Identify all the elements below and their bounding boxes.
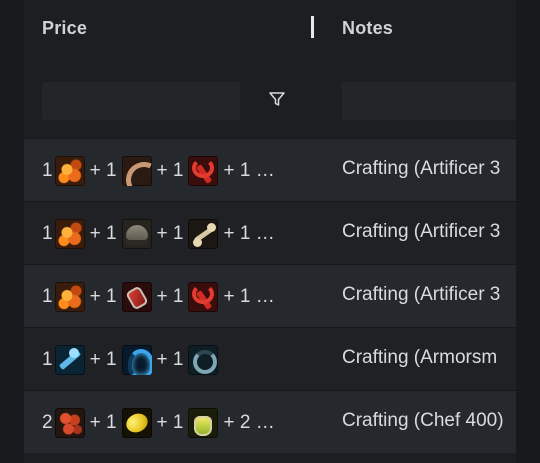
ore-icon[interactable] (54, 282, 85, 312)
more-ingredients-text: + 1 … (223, 223, 275, 244)
ingredient-quantity: 1 (42, 286, 53, 307)
bone-icon[interactable] (188, 219, 219, 249)
helmet-icon[interactable] (121, 219, 152, 249)
ingredient-quantity: + 1 (89, 349, 117, 370)
table-row[interactable]: 1 + 1 + 1 + 1 … Crafting (Artificer 3 (24, 201, 516, 264)
ingredient-quantity: 2 (42, 412, 53, 433)
table-row[interactable]: 1 + 1 + 1 + 1 … Crafting (Artificer 3 (24, 138, 516, 201)
blue-ring-icon[interactable] (188, 345, 219, 375)
more-ingredients-text: + 2 … (223, 412, 275, 433)
ingredient-quantity: + 1 (156, 160, 184, 181)
filter-icon[interactable] (268, 90, 286, 108)
table-row[interactable]: 1 + 1 + 1 + 1 … Crafting (Artificer 3 (24, 264, 516, 327)
wrench-icon[interactable] (188, 282, 219, 312)
ingredient-quantity: 1 (42, 160, 53, 181)
wrench-icon[interactable] (188, 156, 219, 186)
notes-cell: Crafting (Armorsm (342, 347, 498, 368)
ingredient-quantity: + 1 (89, 160, 117, 181)
blue-shield-icon[interactable] (121, 345, 152, 375)
table-header: Price Notes (24, 0, 516, 58)
notes-filter-input[interactable] (342, 82, 516, 120)
lemon-icon[interactable] (121, 408, 152, 438)
price-cell: 1 + 1 + 1 + 1 … (42, 156, 280, 186)
recipe-table: Price Notes 1 + 1 + 1 + 1 … Crafting (Artifi… (24, 0, 516, 463)
filter-row (24, 80, 516, 120)
left-gutter (0, 0, 24, 463)
blue-tool-icon[interactable] (54, 345, 85, 375)
price-cell: 2 + 1 + 1 + 2 … (42, 408, 280, 438)
column-header-price[interactable]: Price (42, 18, 87, 39)
ore-icon[interactable] (54, 219, 85, 249)
flask-icon[interactable] (121, 282, 152, 312)
more-ingredients-text: + 1 … (223, 286, 275, 307)
ingredient-quantity: + 1 (156, 223, 184, 244)
table-row[interactable]: 2 + 1 + 1 + 2 … Crafting (Chef 400) (24, 390, 516, 453)
ingredient-quantity: + 1 (156, 412, 184, 433)
price-cell: 1 + 1 + 1 + 1 … (42, 219, 280, 249)
notes-cell: Crafting (Artificer 3 (342, 284, 501, 305)
price-cell: 1 + 1 + 1 + 1 … (42, 282, 280, 312)
price-cell: 1 + 1 + 1 (42, 345, 219, 375)
horn-icon[interactable] (121, 156, 152, 186)
ingredient-quantity: 1 (42, 223, 53, 244)
notes-cell: Crafting (Chef 400) (342, 410, 504, 431)
ingredient-quantity: 1 (42, 349, 53, 370)
right-gutter (516, 0, 540, 463)
more-ingredients-text: + 1 … (223, 160, 275, 181)
ingredient-quantity: + 1 (156, 349, 184, 370)
oil-flask-icon[interactable] (188, 408, 219, 438)
notes-cell: Crafting (Artificer 3 (342, 221, 501, 242)
column-resize-handle[interactable] (311, 16, 314, 38)
table-row[interactable]: 1 + 1 + 1 Crafting (Armorsm (24, 327, 516, 390)
berries-icon[interactable] (54, 408, 85, 438)
price-filter-input[interactable] (42, 82, 240, 120)
table-body: 1 + 1 + 1 + 1 … Crafting (Artificer 3 1 + 1 + 1… (24, 138, 516, 453)
ore-icon[interactable] (54, 156, 85, 186)
notes-cell: Crafting (Artificer 3 (342, 158, 501, 179)
ingredient-quantity: + 1 (89, 412, 117, 433)
column-header-notes[interactable]: Notes (342, 18, 393, 39)
ingredient-quantity: + 1 (89, 223, 117, 244)
ingredient-quantity: + 1 (156, 286, 184, 307)
ingredient-quantity: + 1 (89, 286, 117, 307)
